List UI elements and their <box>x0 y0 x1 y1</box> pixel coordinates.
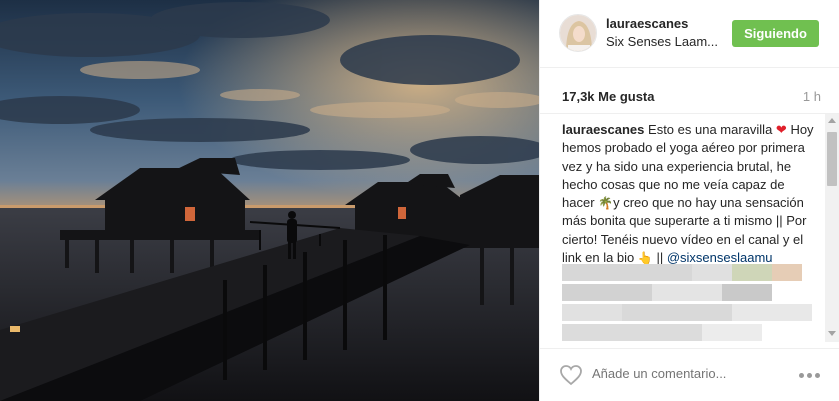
blurred-block <box>652 284 722 301</box>
sunset-pier-image <box>0 0 539 401</box>
caption-username[interactable]: lauraescanes <box>562 122 644 137</box>
post-caption: lauraescanes Esto es una maravilla ❤ Hoy… <box>562 121 817 286</box>
caption-text: || <box>652 250 667 266</box>
comments-scrollbar[interactable] <box>825 114 839 342</box>
blurred-block <box>692 264 732 281</box>
blurred-block <box>702 324 762 341</box>
blurred-comments <box>562 264 812 342</box>
blurred-block <box>722 284 772 301</box>
more-options-icon[interactable] <box>799 373 821 379</box>
blurred-block <box>562 284 652 301</box>
blurred-block <box>732 304 812 321</box>
comment-input[interactable] <box>592 366 792 381</box>
caption-text: Esto es una maravilla <box>644 122 776 137</box>
username-link[interactable]: lauraescanes <box>606 16 688 31</box>
like-heart-icon[interactable] <box>559 364 583 386</box>
scroll-thumb[interactable] <box>827 132 837 186</box>
likes-row: 17,3k Me gusta 1 h <box>540 68 839 114</box>
location-link[interactable]: Six Senses Laam... <box>606 34 718 49</box>
blurred-block <box>562 264 692 281</box>
blurred-block <box>732 264 772 281</box>
blurred-block <box>562 304 622 321</box>
scroll-up-arrow-icon[interactable] <box>828 118 836 123</box>
mention-link[interactable]: @sixsenseslaamu <box>667 250 773 265</box>
blurred-block <box>622 304 732 321</box>
likes-count[interactable]: 17,3k Me gusta <box>562 89 655 104</box>
palm-tree-emoji-icon: 🌴 <box>598 196 614 211</box>
following-button[interactable]: Siguiendo <box>732 20 819 47</box>
post-header: lauraescanes Six Senses Laam... Siguiend… <box>540 0 839 68</box>
post-footer <box>540 348 839 401</box>
avatar[interactable] <box>559 14 597 52</box>
blurred-block <box>562 324 702 341</box>
comments-area: lauraescanes Esto es una maravilla ❤ Hoy… <box>540 114 839 342</box>
post-time[interactable]: 1 h <box>803 89 821 104</box>
scroll-down-arrow-icon[interactable] <box>828 331 836 336</box>
post-side-panel: lauraescanes Six Senses Laam... Siguiend… <box>539 0 839 401</box>
heart-emoji-icon: ❤ <box>775 122 787 137</box>
blurred-block <box>772 264 802 281</box>
post-photo[interactable] <box>0 0 539 401</box>
